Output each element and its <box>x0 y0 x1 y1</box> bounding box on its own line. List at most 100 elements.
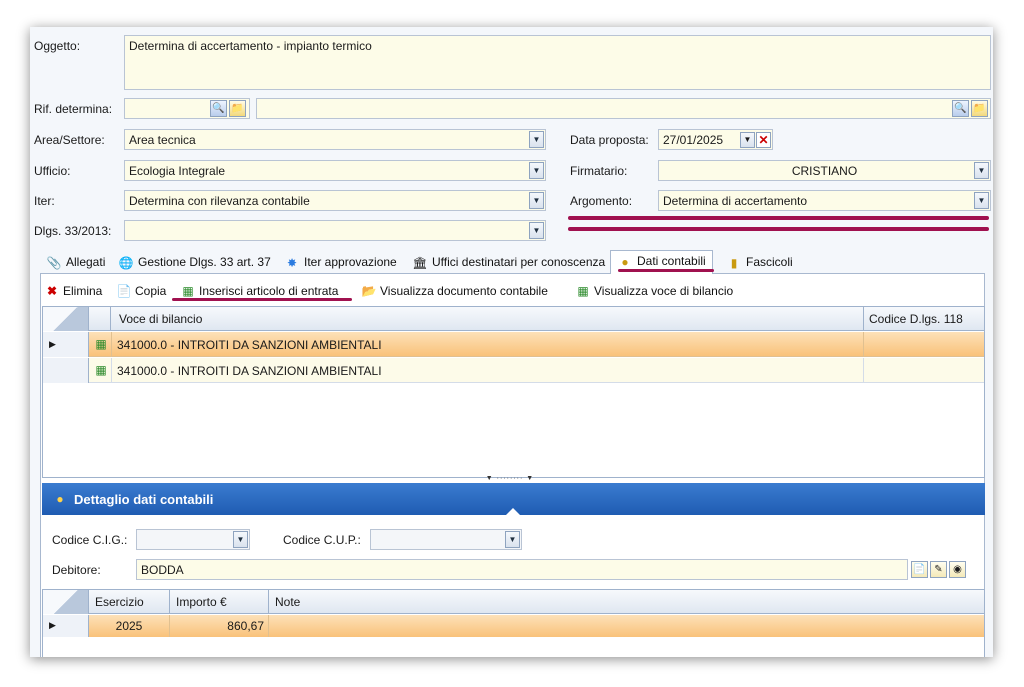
inserisci-label: Inserisci articolo di entrata <box>199 284 339 298</box>
oggetto-field[interactable]: Determina di accertamento - impianto ter… <box>124 35 991 90</box>
iter-value: Determina con rilevanza contabile <box>129 194 310 208</box>
folder-icon[interactable]: 📁 <box>971 100 988 117</box>
chevron-down-icon[interactable]: ▼ <box>974 162 989 179</box>
search-icon[interactable]: 🔍 <box>210 100 227 117</box>
add-article-icon: ▦ <box>182 284 194 298</box>
paperclip-icon: 📎 <box>46 256 62 270</box>
tab-label: Dati contabili <box>637 254 706 268</box>
cell-voce: 341000.0 - INTROITI DA SANZIONI AMBIENTA… <box>117 338 382 352</box>
tab-label: Fascicoli <box>746 255 793 269</box>
edit-pencil-icon[interactable]: ✎ <box>930 561 947 578</box>
column-header-voce[interactable]: Voce di bilancio <box>119 312 202 326</box>
area-label: Area/Settore: <box>34 133 105 147</box>
tab-label: Iter approvazione <box>304 255 397 269</box>
select-all-corner[interactable] <box>43 307 89 331</box>
visualizza-doc-label: Visualizza documento contabile <box>380 284 548 298</box>
visualizza-documento-button[interactable]: 📂 Visualizza documento contabile <box>361 283 548 299</box>
calendar-dropdown-icon[interactable]: ▼ <box>740 132 755 148</box>
ufficio-select[interactable]: Ecologia Integrale ▼ <box>124 160 546 181</box>
coins-icon: ● <box>56 492 64 506</box>
elimina-label: Elimina <box>63 284 103 298</box>
iter-select[interactable]: Determina con rilevanza contabile ▼ <box>124 190 546 211</box>
copy-icon: 📄 <box>116 284 132 298</box>
cell-importo: 860,67 <box>227 619 264 633</box>
ufficio-label: Ufficio: <box>34 164 71 178</box>
tab-label: Gestione Dlgs. 33 art. 37 <box>138 255 271 269</box>
cell-voce: 341000.0 - INTROITI DA SANZIONI AMBIENTA… <box>117 364 382 378</box>
column-divider <box>863 307 864 331</box>
new-document-icon[interactable]: 📄 <box>911 561 928 578</box>
tab-label: Allegati <box>66 255 106 269</box>
tab-label: Uffici destinatari per conoscenza <box>432 255 606 269</box>
column-header-codice[interactable]: Codice D.lgs. 118 <box>869 312 963 326</box>
window: Oggetto: Determina di accertamento - imp… <box>30 27 993 657</box>
chevron-down-icon[interactable]: ▼ <box>529 192 544 209</box>
collapse-arrow-icon[interactable] <box>506 508 520 515</box>
table-row[interactable]: ▶ 2025 860,67 <box>43 615 984 637</box>
column-header-note[interactable]: Note <box>275 595 300 609</box>
row-indicator <box>43 358 89 383</box>
chevron-down-icon[interactable]: ▼ <box>233 531 248 548</box>
debitore-value: BODDA <box>141 563 184 577</box>
globe-icon: 🌐 <box>118 256 134 270</box>
chevron-down-icon[interactable]: ▼ <box>974 192 989 209</box>
ufficio-value: Ecologia Integrale <box>129 164 226 178</box>
chevron-down-icon[interactable]: ▼ <box>529 162 544 179</box>
cig-select[interactable]: ▼ <box>136 529 250 550</box>
copia-label: Copia <box>135 284 167 298</box>
rif-determina-label: Rif. determina: <box>34 102 113 116</box>
table-row[interactable]: ▦ 341000.0 - INTROITI DA SANZIONI AMBIEN… <box>43 358 984 383</box>
tab-uffici-destinatari[interactable]: 🏛 Uffici destinatari per conoscenza <box>406 252 611 274</box>
folder-open-icon: 📂 <box>361 284 377 298</box>
copia-button[interactable]: 📄 Copia <box>116 283 167 299</box>
inserisci-articolo-button[interactable]: ▦ Inserisci articolo di entrata <box>180 283 338 299</box>
budget-item-icon: ▦ <box>577 284 589 298</box>
cell-divider <box>111 332 112 357</box>
tab-fascicoli[interactable]: ▮ Fascicoli <box>720 252 799 274</box>
dlgs-select[interactable]: ▼ <box>124 220 546 241</box>
chevron-down-icon[interactable]: ▼ <box>529 222 544 239</box>
rif-determina-desc-field[interactable] <box>256 98 991 119</box>
select-all-corner[interactable] <box>43 590 89 614</box>
cell-divider <box>268 615 269 637</box>
search-icon[interactable]: 🔍 <box>952 100 969 117</box>
oggetto-label: Oggetto: <box>34 39 81 53</box>
elimina-button[interactable]: ✖ Elimina <box>44 283 102 299</box>
area-value: Area tecnica <box>129 133 196 147</box>
debitore-field[interactable]: BODDA <box>136 559 908 580</box>
folder-icon[interactable]: 📁 <box>229 100 246 117</box>
firmatario-select[interactable]: CRISTIANO ▼ <box>658 160 991 181</box>
row-indicator-icon: ▶ <box>43 332 89 357</box>
coins-icon: ● <box>621 255 629 269</box>
tab-allegati[interactable]: 📎 Allegati <box>40 252 111 274</box>
cell-esercizio: 2025 <box>115 619 143 633</box>
budget-item-icon: ▦ <box>95 363 107 377</box>
importi-grid: Esercizio Importo € Note ▶ 2025 860,67 <box>42 589 985 657</box>
dlgs-label: Dlgs. 33/2013: <box>34 224 112 238</box>
row-indicator-icon: ▶ <box>43 615 89 637</box>
delete-icon: ✖ <box>46 284 58 298</box>
cup-select[interactable]: ▼ <box>370 529 522 550</box>
cell-divider <box>111 358 112 383</box>
argomento-value: Determina di accertamento <box>663 194 808 208</box>
highlight-underline <box>568 216 989 220</box>
clear-icon[interactable]: ✕ <box>756 132 771 148</box>
visualizza-voce-button[interactable]: ▦ Visualizza voce di bilancio <box>575 283 733 299</box>
highlight-underline <box>568 227 989 231</box>
folder-stack-icon: ▮ <box>730 256 738 270</box>
table-row[interactable]: ▶ ▦ 341000.0 - INTROITI DA SANZIONI AMBI… <box>43 332 984 357</box>
binoculars-icon[interactable]: ◉ <box>949 561 966 578</box>
tab-strip: 📎 Allegati 🌐 Gestione Dlgs. 33 art. 37 ✸… <box>40 250 985 275</box>
tab-iter-approvazione[interactable]: ✸ Iter approvazione <box>278 252 403 274</box>
argomento-select[interactable]: Determina di accertamento ▼ <box>658 190 991 211</box>
chevron-down-icon[interactable]: ▼ <box>505 531 520 548</box>
column-header-importo[interactable]: Importo € <box>176 595 227 609</box>
area-select[interactable]: Area tecnica ▼ <box>124 129 546 150</box>
argomento-label: Argomento: <box>570 194 633 208</box>
grid-header: Voce di bilancio Codice D.lgs. 118 <box>43 307 984 331</box>
tab-gestione-dlgs[interactable]: 🌐 Gestione Dlgs. 33 art. 37 <box>112 252 277 274</box>
chevron-down-icon[interactable]: ▼ <box>529 131 544 148</box>
column-header-esercizio[interactable]: Esercizio <box>95 595 144 609</box>
budget-item-icon: ▦ <box>95 337 107 351</box>
splitter-handle[interactable]: ▼ ········ ▼ <box>470 475 550 482</box>
